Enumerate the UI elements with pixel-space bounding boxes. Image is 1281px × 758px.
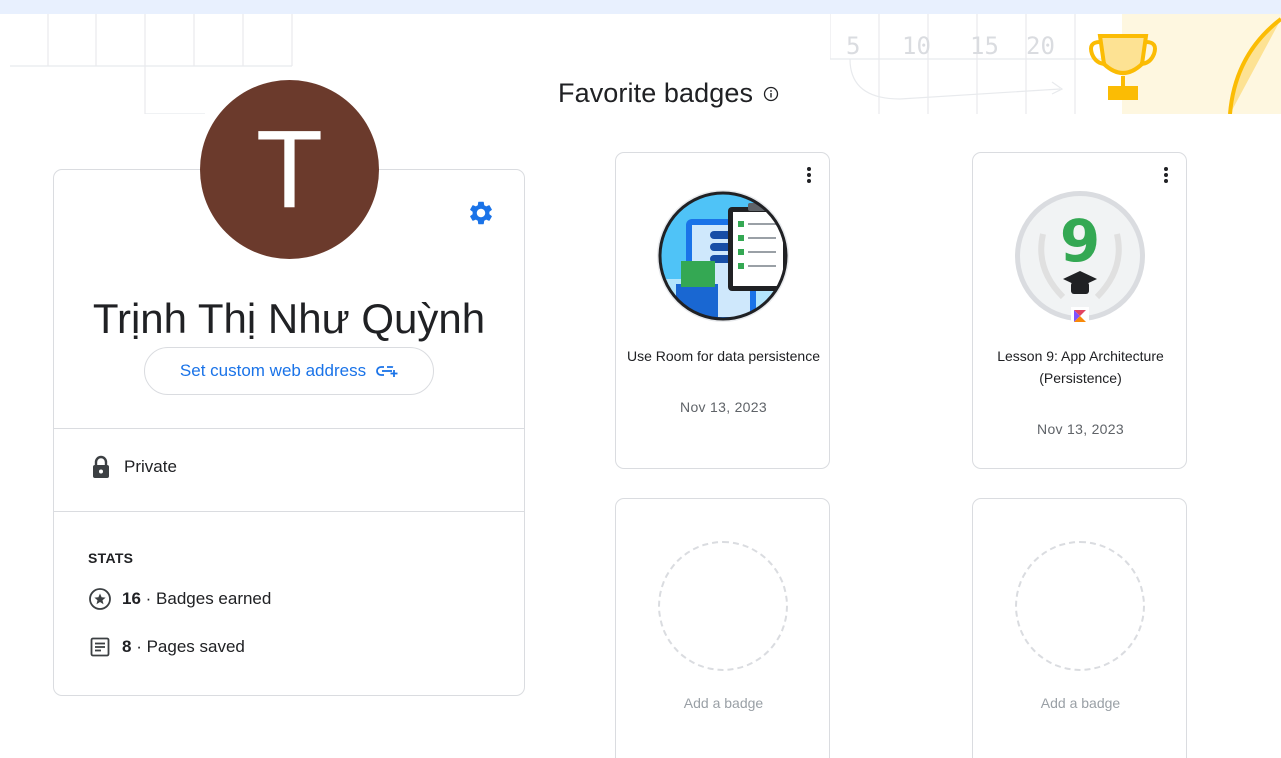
top-banner-strip: [0, 0, 1281, 14]
badge-date: Nov 13, 2023: [1037, 421, 1124, 437]
star-circle-icon: [89, 588, 111, 610]
decorative-timeline: 5 10 15 20: [830, 14, 1281, 114]
divider: [54, 511, 524, 512]
more-options-icon[interactable]: [1160, 165, 1172, 185]
add-badge-label: Add a badge: [683, 695, 764, 711]
add-badge-label: Add a badge: [1040, 695, 1121, 711]
page-title-text: Favorite badges: [558, 78, 754, 108]
timeline-number: 10: [902, 32, 931, 60]
stat-badges-earned: 16 · Badges earned: [88, 587, 271, 611]
settings-button[interactable]: [464, 196, 498, 230]
divider: [54, 428, 524, 429]
stat-label: Badges earned: [156, 589, 272, 608]
stat-count: 16: [122, 589, 141, 608]
badge-number: 9: [1060, 207, 1100, 275]
stats-heading: STATS: [88, 550, 134, 566]
stat-separator: ·: [140, 589, 157, 608]
page-title: Favorite badges: [558, 78, 779, 109]
web-address-label: Set custom web address: [179, 361, 367, 380]
stat-label: Pages saved: [146, 637, 245, 656]
avatar[interactable]: T: [200, 80, 379, 259]
timeline-number: 5: [846, 32, 860, 60]
link-add-icon: [376, 366, 398, 377]
timeline-number: 20: [1026, 32, 1055, 60]
badge-card[interactable]: Use Room for data persistence Nov 13, 20…: [615, 152, 830, 469]
document-icon: [90, 637, 110, 657]
empty-badge-placeholder: [1015, 541, 1145, 671]
info-icon[interactable]: [763, 86, 779, 102]
badge-title: Use Room for data persistence: [627, 348, 820, 364]
profile-name: Trịnh Thị Như Quỳnh: [92, 295, 486, 342]
stat-pages-saved: 8 · Pages saved: [88, 635, 245, 659]
avatar-initial: T: [255, 108, 324, 231]
add-badge-slot[interactable]: Add a badge: [972, 498, 1187, 758]
timeline-number: 15: [970, 32, 999, 60]
badge-card[interactable]: 9 Lesson 9: App Architecture (Persistenc…: [972, 152, 1187, 469]
stat-separator: ·: [131, 637, 147, 656]
lock-icon: [93, 455, 109, 478]
lesson-9-badge-icon: 9: [1015, 191, 1145, 323]
gear-icon: [470, 201, 492, 225]
empty-badge-placeholder: [658, 541, 788, 671]
privacy-status: Private: [92, 455, 177, 479]
badge-title: Lesson 9: App Architecture (Persistence): [997, 348, 1164, 386]
add-badge-slot[interactable]: Add a badge: [615, 498, 830, 758]
privacy-label: Private: [124, 457, 177, 476]
more-options-icon[interactable]: [803, 165, 815, 185]
set-custom-web-address-button[interactable]: Set custom web address: [144, 347, 434, 395]
room-database-badge-icon: [657, 190, 789, 322]
badge-date: Nov 13, 2023: [680, 399, 767, 415]
